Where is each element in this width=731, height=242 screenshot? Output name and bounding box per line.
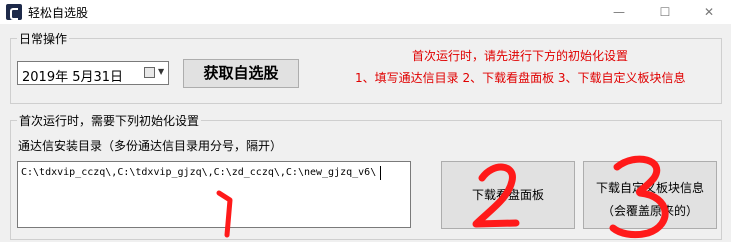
annotation-3 bbox=[609, 155, 669, 239]
annotation-1 bbox=[216, 190, 233, 238]
annotation-overlay bbox=[216, 155, 669, 239]
annotation-2 bbox=[472, 163, 520, 228]
